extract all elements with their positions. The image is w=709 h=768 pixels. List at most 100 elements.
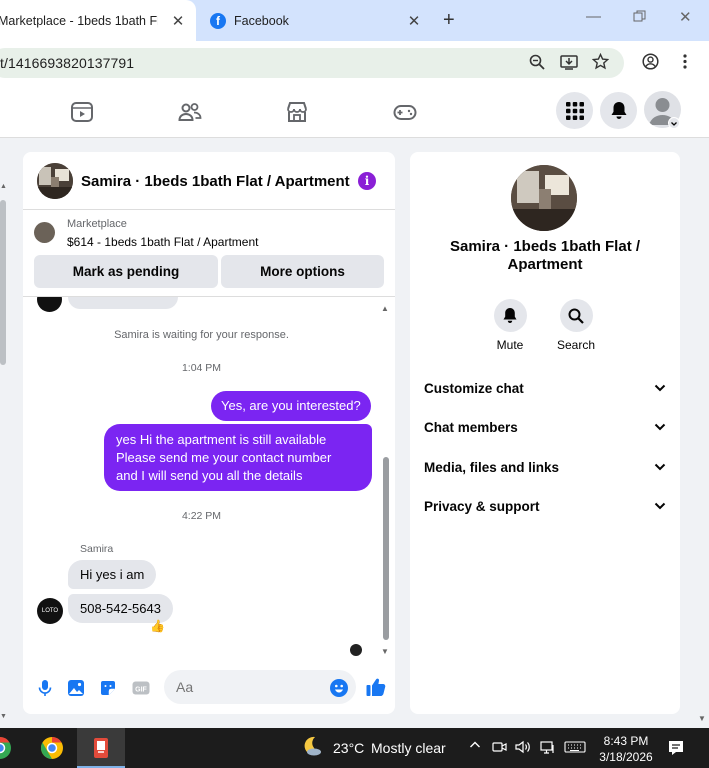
clock[interactable]: 8:43 PM 3/18/2026 <box>596 733 656 765</box>
section-label: Privacy & support <box>424 498 540 514</box>
title-line: Apartment <box>507 256 583 273</box>
chat-avatar[interactable] <box>37 163 73 199</box>
conversation-title: Samira · 1beds 1bath Flat / Apartment <box>430 238 660 274</box>
chat-title[interactable]: Samira · 1beds 1bath Flat / Apartment <box>81 173 350 190</box>
gaming-icon[interactable] <box>393 100 417 124</box>
restore-icon[interactable] <box>633 10 646 27</box>
search-button[interactable] <box>559 299 593 332</box>
scroll-down-arrow-icon[interactable]: ▼ <box>381 647 389 656</box>
close-icon[interactable]: ✕ <box>170 12 186 30</box>
chevron-down-icon <box>654 502 666 510</box>
search-icon <box>568 308 584 324</box>
tab-strip: Marketplace - 1beds 1bath Flat ✕ f Faceb… <box>0 0 709 41</box>
clock-date: 3/18/2026 <box>599 750 653 764</box>
temperature-text[interactable]: 23°C <box>333 740 364 756</box>
mute-button[interactable] <box>493 299 527 332</box>
chat-members-section[interactable]: Chat members <box>424 413 666 441</box>
message-text: Hi yes i am <box>80 567 145 582</box>
avatar <box>37 297 62 312</box>
scroll-down-arrow-icon[interactable]: ▼ <box>0 713 7 720</box>
volume-icon[interactable] <box>515 740 531 757</box>
new-tab-icon[interactable]: + <box>443 9 455 32</box>
search-action[interactable]: Search <box>546 299 606 352</box>
gif-icon[interactable]: GIF <box>131 678 151 698</box>
chrome-taskbar-icon[interactable] <box>0 736 12 760</box>
svg-text:GIF: GIF <box>135 687 147 694</box>
mute-action[interactable]: Mute <box>480 299 540 352</box>
menu-grid-button[interactable] <box>556 92 593 129</box>
chevron-down-icon <box>654 384 666 392</box>
weather-moon-icon[interactable] <box>301 735 325 759</box>
chat-scrollbar-thumb[interactable] <box>383 457 389 640</box>
media-files-links-section[interactable]: Media, files and links <box>424 453 666 481</box>
install-app-icon[interactable] <box>560 54 578 74</box>
message-text: 508-542-5643 <box>80 601 161 616</box>
chevron-up-icon[interactable] <box>469 739 481 754</box>
waiting-status-text: Samira is waiting for your response. <box>114 329 289 341</box>
sender-avatar[interactable]: LOTO <box>37 598 63 624</box>
section-label: Chat members <box>424 419 518 435</box>
tab-title: Facebook <box>234 13 289 28</box>
notification-center-icon[interactable] <box>667 739 685 760</box>
timestamp: 4:22 PM <box>181 510 222 522</box>
friends-icon[interactable] <box>178 100 202 124</box>
close-window-icon[interactable]: ✕ <box>679 8 692 26</box>
notifications-button[interactable] <box>600 92 637 129</box>
chevron-down-icon <box>654 463 666 471</box>
message-line: Please send me your contact number <box>116 450 332 465</box>
chat-panel: Samira · 1beds 1bath Flat / Apartment i … <box>23 152 395 714</box>
account-chevron-icon[interactable] <box>668 117 680 129</box>
message-line: yes Hi the apartment is still available <box>116 432 327 447</box>
message-list: Samira is waiting for your response. 1:0… <box>23 297 395 662</box>
info-icon[interactable]: i <box>358 172 376 190</box>
emoji-icon[interactable] <box>330 679 348 697</box>
listing-thumbnail <box>34 222 55 243</box>
url-text[interactable]: t/1416693820137791 <box>0 55 134 71</box>
conversation-avatar[interactable] <box>511 165 577 231</box>
mute-label: Mute <box>496 338 524 352</box>
listing-price-title: $614 - 1beds 1bath Flat / Apartment <box>67 235 259 249</box>
marketplace-listing[interactable]: Marketplace $614 - 1beds 1bath Flat / Ap… <box>23 211 395 255</box>
bookmark-star-icon[interactable] <box>591 52 610 74</box>
marketplace-icon[interactable] <box>285 100 309 124</box>
marketplace-label: Marketplace <box>67 218 127 230</box>
message-composer: GIF <box>23 664 395 714</box>
scroll-down-arrow-icon[interactable]: ▼ <box>698 714 706 723</box>
chrome-taskbar-icon[interactable] <box>40 736 64 760</box>
network-icon[interactable] <box>540 740 556 757</box>
mark-as-pending-button[interactable]: Mark as pending <box>34 255 218 288</box>
close-icon[interactable]: ✕ <box>406 12 422 30</box>
message-bubble-outgoing[interactable]: yes Hi the apartment is still available … <box>104 424 372 491</box>
tab-marketplace[interactable]: Marketplace - 1beds 1bath Flat ✕ <box>0 0 196 41</box>
scroll-up-arrow-icon[interactable]: ▲ <box>0 183 7 190</box>
grid-icon <box>565 101 584 120</box>
sidebar-scrollbar[interactable] <box>0 200 6 365</box>
zoom-icon[interactable] <box>529 54 545 74</box>
message-bubble-incoming <box>68 297 178 309</box>
customize-chat-section[interactable]: Customize chat <box>424 374 666 402</box>
photo-icon[interactable] <box>66 678 86 698</box>
scroll-up-arrow-icon[interactable]: ▲ <box>381 304 389 313</box>
bell-icon <box>611 102 626 119</box>
thumbs-up-reaction[interactable]: 👍 <box>150 619 165 633</box>
active-taskbar-app[interactable] <box>77 728 125 768</box>
meet-now-icon[interactable] <box>492 740 508 757</box>
message-input[interactable] <box>164 670 356 704</box>
bell-icon <box>503 308 517 323</box>
sender-name: Samira <box>80 543 114 555</box>
keyboard-icon[interactable] <box>564 740 586 757</box>
minimize-icon[interactable]: — <box>586 8 601 25</box>
profile-icon[interactable] <box>642 53 659 74</box>
browser-menu-icon[interactable] <box>682 53 688 74</box>
tab-facebook[interactable]: f Facebook ✕ <box>200 0 434 41</box>
video-icon[interactable] <box>70 100 94 124</box>
more-options-button[interactable]: More options <box>221 255 384 288</box>
title-line: Samira · 1beds 1bath Flat / <box>449 238 641 255</box>
message-bubble-outgoing[interactable]: Yes, are you interested? <box>211 391 371 421</box>
sticker-icon[interactable] <box>98 678 118 698</box>
privacy-support-section[interactable]: Privacy & support <box>424 492 666 520</box>
microphone-icon[interactable] <box>35 678 55 698</box>
weather-text[interactable]: Mostly clear <box>371 740 446 756</box>
message-bubble-incoming[interactable]: Hi yes i am <box>68 560 157 589</box>
thumbs-up-send-icon[interactable] <box>365 676 386 696</box>
